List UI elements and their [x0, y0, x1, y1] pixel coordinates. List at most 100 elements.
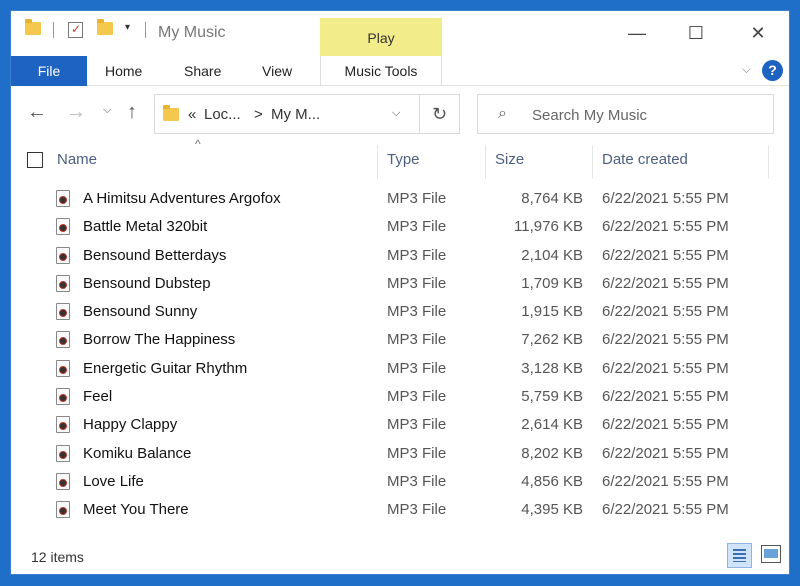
file-size: 4,395 KB [521, 501, 583, 519]
address-overflow[interactable]: « [188, 106, 196, 123]
file-type: MP3 File [387, 274, 447, 292]
column-header-size[interactable]: Size [495, 151, 524, 179]
title-bar: ▾ My Music Play — ☐ ✕ [11, 11, 789, 56]
mp3-file-icon [56, 331, 70, 349]
file-name[interactable]: Battle Metal 320bit [83, 218, 207, 235]
file-row[interactable]: Bensound Dubstep MP3 File 1,709 KB 6/22/202… [11, 270, 789, 298]
file-name[interactable]: Feel [83, 388, 112, 405]
maximize-icon[interactable]: ☐ [684, 23, 708, 44]
select-all-checkbox[interactable] [27, 152, 43, 168]
file-date-created: 6/22/2021 5:55 PM [602, 190, 729, 207]
file-row[interactable]: Battle Metal 320bit MP3 File 11,976 KB 6/22… [11, 213, 789, 241]
tab-home[interactable]: Home [105, 56, 142, 86]
file-row[interactable]: Energetic Guitar Rhythm MP3 File 3,128 KB 6… [11, 355, 789, 383]
column-header-date-created[interactable]: Date created [602, 151, 688, 179]
file-type: MP3 File [387, 501, 447, 519]
file-name[interactable]: Komiku Balance [83, 445, 191, 462]
quick-access-separator [53, 22, 54, 38]
file-row[interactable]: A Himitsu Adventures Argofox MP3 File 8,76… [11, 185, 789, 213]
tab-share[interactable]: Share [184, 56, 221, 86]
close-icon[interactable]: ✕ [746, 23, 770, 44]
file-row[interactable]: Borrow The Happiness MP3 File 7,262 KB 6/22… [11, 326, 789, 354]
column-header-type[interactable]: Type [387, 151, 420, 179]
file-row[interactable]: Bensound Betterdays MP3 File 2,104 KB 6/22/… [11, 242, 789, 270]
file-date-created: 6/22/2021 5:55 PM [602, 331, 729, 349]
folder-icon [25, 19, 41, 35]
help-icon[interactable]: ? [762, 60, 783, 81]
file-name[interactable]: A Himitsu Adventures Argofox [83, 190, 281, 207]
up-arrow-icon[interactable]: ↑ [127, 101, 137, 124]
file-type: MP3 File [387, 246, 447, 264]
file-size: 11,976 KB [514, 218, 583, 236]
file-row[interactable]: Meet You There MP3 File 4,395 KB 6/22/2021 … [11, 496, 789, 524]
address-bar[interactable]: « Loc... > My M... ⌵ [154, 94, 420, 134]
mp3-file-icon [56, 388, 70, 406]
large-icons-view-icon[interactable] [761, 545, 781, 563]
customize-toolbar-chevron-icon[interactable]: ▾ [125, 22, 130, 33]
file-list: A Himitsu Adventures Argofox MP3 File 8,76… [11, 185, 789, 525]
file-date-created: 6/22/2021 5:55 PM [602, 388, 729, 406]
mp3-file-icon [56, 472, 70, 490]
file-date-created: 6/22/2021 5:55 PM [602, 246, 729, 264]
column-divider[interactable] [592, 145, 593, 179]
search-box[interactable]: ⌕ [477, 94, 774, 134]
file-name[interactable]: Meet You There [83, 501, 189, 518]
title-separator [145, 22, 146, 38]
details-view-icon[interactable] [727, 543, 752, 568]
file-name[interactable]: Borrow The Happiness [83, 331, 235, 348]
file-name[interactable]: Energetic Guitar Rhythm [83, 360, 247, 377]
mp3-file-icon [56, 246, 70, 264]
file-row[interactable]: Love Life MP3 File 4,856 KB 6/22/2021 5:55 … [11, 468, 789, 496]
file-name[interactable]: Bensound Sunny [83, 303, 197, 320]
file-size: 4,856 KB [521, 472, 583, 490]
address-history-chevron-icon[interactable]: ⌵ [392, 107, 400, 120]
expand-ribbon-chevron-icon[interactable]: ⌵ [742, 62, 751, 77]
tab-view[interactable]: View [262, 56, 292, 86]
file-size: 2,104 KB [521, 246, 583, 264]
file-type: MP3 File [387, 388, 447, 406]
file-name[interactable]: Bensound Dubstep [83, 275, 211, 292]
search-input[interactable] [532, 104, 762, 126]
minimize-icon[interactable]: — [625, 23, 649, 44]
file-size: 2,614 KB [521, 416, 583, 434]
tab-music-tools[interactable]: Music Tools [320, 56, 442, 86]
file-row[interactable]: Bensound Sunny MP3 File 1,915 KB 6/22/2021 … [11, 298, 789, 326]
file-size: 8,202 KB [521, 444, 583, 462]
mp3-file-icon [56, 444, 70, 462]
back-arrow-icon[interactable]: ← [27, 101, 47, 124]
breadcrumb-local-disk[interactable]: Loc... [204, 106, 241, 123]
column-divider[interactable] [485, 145, 486, 179]
breadcrumb-separator[interactable]: > [254, 106, 263, 123]
file-size: 1,915 KB [521, 303, 583, 321]
column-divider[interactable] [377, 145, 378, 179]
refresh-icon[interactable]: ↻ [420, 94, 460, 134]
file-name[interactable]: Love Life [83, 473, 144, 490]
file-size: 7,262 KB [521, 331, 583, 349]
file-row[interactable]: Feel MP3 File 5,759 KB 6/22/2021 5:55 PM [11, 383, 789, 411]
file-type: MP3 File [387, 416, 447, 434]
file-row[interactable]: Happy Clappy MP3 File 2,614 KB 6/22/2021 5:… [11, 411, 789, 439]
explorer-window: ▾ My Music Play — ☐ ✕ File Home Share Vi… [10, 10, 790, 575]
ribbon-tabs: File Home Share View Music Tools ⌵ ? [11, 56, 789, 86]
file-row[interactable]: Komiku Balance MP3 File 8,202 KB 6/22/2021 … [11, 440, 789, 468]
file-name[interactable]: Happy Clappy [83, 416, 177, 433]
column-divider[interactable] [768, 145, 769, 179]
file-name[interactable]: Bensound Betterdays [83, 247, 226, 264]
file-type: MP3 File [387, 190, 447, 207]
item-count: 12 items [31, 549, 84, 565]
mp3-file-icon [56, 501, 70, 519]
mp3-file-icon [56, 274, 70, 292]
forward-arrow-icon[interactable]: → [66, 101, 86, 124]
new-folder-icon[interactable] [97, 19, 113, 35]
file-size: 5,759 KB [521, 388, 583, 406]
breadcrumb-my-music[interactable]: My M... [271, 106, 320, 123]
column-header-name[interactable]: Name [57, 151, 97, 179]
file-date-created: 6/22/2021 5:55 PM [602, 303, 729, 321]
file-date-created: 6/22/2021 5:55 PM [602, 274, 729, 292]
recent-locations-chevron-icon[interactable]: ⌵ [103, 104, 111, 117]
file-date-created: 6/22/2021 5:55 PM [602, 444, 729, 462]
tab-file[interactable]: File [11, 56, 87, 86]
file-type: MP3 File [387, 359, 447, 377]
properties-icon[interactable] [68, 22, 83, 38]
file-type: MP3 File [387, 444, 447, 462]
